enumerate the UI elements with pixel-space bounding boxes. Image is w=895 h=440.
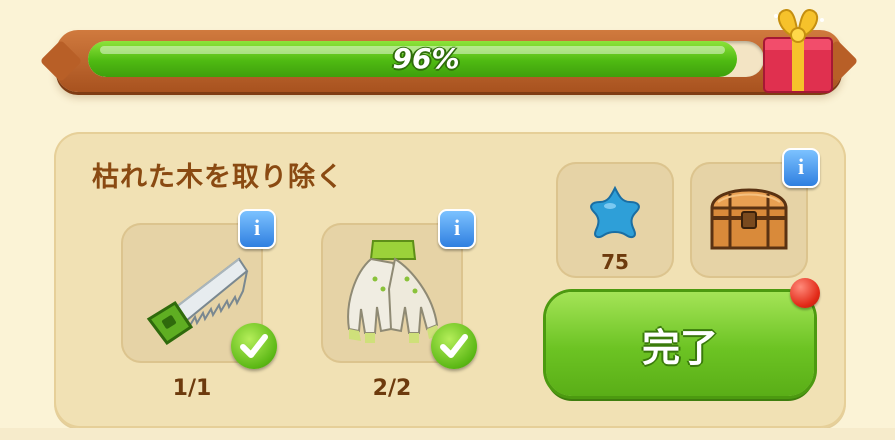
gloves-count: 2/2 xyxy=(372,376,412,401)
treasure-chest-icon xyxy=(710,188,788,250)
star-icon xyxy=(590,185,640,239)
progress-bar-track: 96% xyxy=(88,41,764,77)
gloves-check-icon xyxy=(431,323,477,369)
chest-info-icon[interactable]: i xyxy=(782,148,820,188)
notification-dot xyxy=(790,278,820,308)
progress-bar-frame: 96% xyxy=(56,30,842,92)
bottom-strip xyxy=(0,428,895,440)
saw-info-icon[interactable]: i xyxy=(238,209,276,249)
gift-box-icon[interactable] xyxy=(758,4,838,94)
star-reward-count: 75 xyxy=(601,250,629,274)
progress-percent-label: 96% xyxy=(392,42,460,75)
gloves-info-icon[interactable]: i xyxy=(438,209,476,249)
saw-count: 1/1 xyxy=(172,376,212,401)
task-title: 枯れた木を取り除く xyxy=(92,162,344,193)
saw-check-icon xyxy=(231,323,277,369)
complete-button[interactable]: 完了 xyxy=(546,292,814,396)
